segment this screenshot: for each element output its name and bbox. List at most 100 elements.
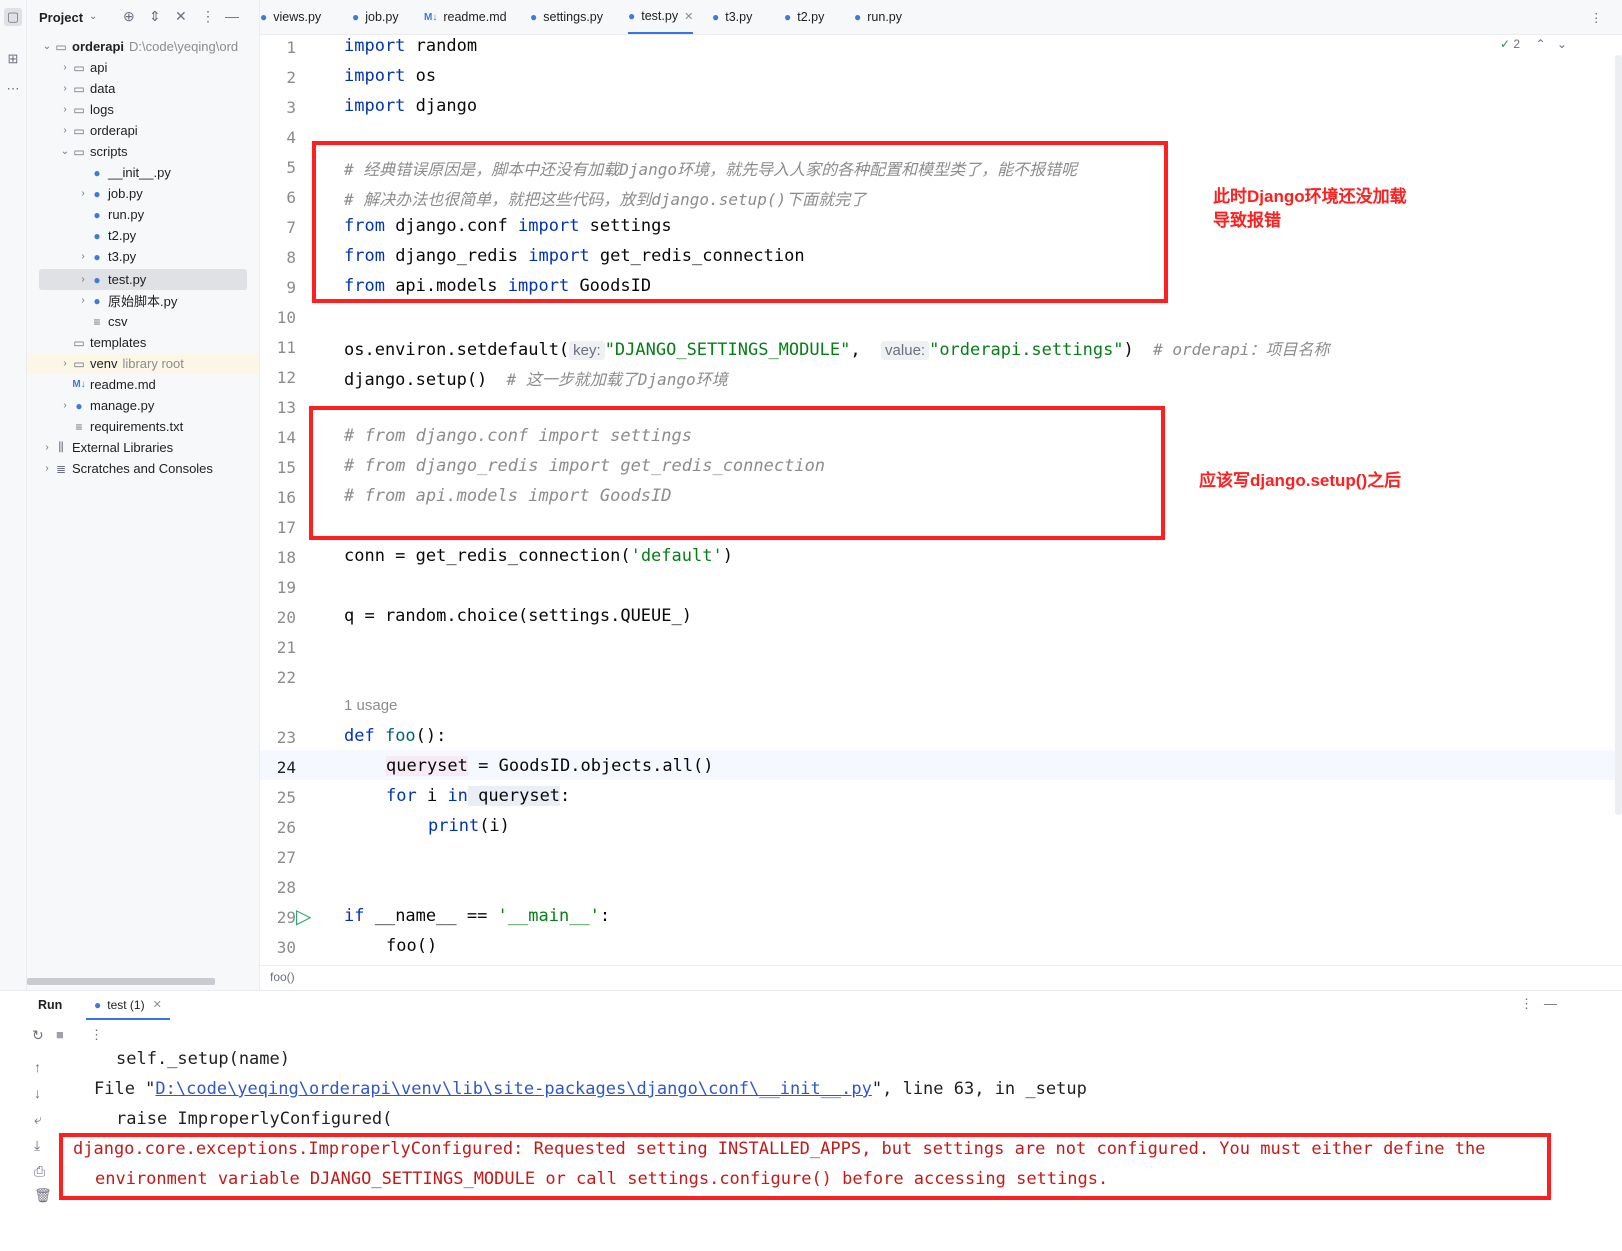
library-icon: ⫼: [58, 440, 64, 454]
code-text: ():: [415, 726, 447, 746]
expand-all-icon[interactable]: ⇕: [149, 8, 161, 25]
tree-item-label: requirements.txt: [90, 419, 184, 434]
python-file-icon: ●: [854, 10, 862, 24]
tree-root-orderapi[interactable]: ⌄ ▭ orderapi D:\code\yeqing\ord: [27, 36, 259, 57]
options-icon[interactable]: ⋮: [1520, 996, 1533, 1012]
locate-icon[interactable]: ⊕: [123, 8, 135, 25]
chevron-down-icon[interactable]: ⌄: [89, 11, 97, 22]
chevron-right-icon: ›: [63, 62, 67, 73]
tree-item-requirements[interactable]: ≡ requirements.txt: [27, 416, 259, 437]
tree-item-original-script[interactable]: › ● 原始脚本.py: [27, 290, 259, 311]
usage-hint[interactable]: 1 usage: [344, 697, 397, 714]
tab-readme-md[interactable]: M↓ readme.md: [424, 0, 507, 34]
code-text: ): [722, 546, 733, 566]
project-title[interactable]: Project: [39, 10, 83, 25]
breadcrumb-item[interactable]: foo(): [270, 970, 295, 984]
tree-item-t3-py[interactable]: › ● t3.py: [27, 246, 259, 267]
project-tool-icon[interactable]: ▢: [4, 8, 22, 26]
code-text: = GoodsID.objects.all(): [467, 756, 714, 776]
vertical-scrollbar[interactable]: [1615, 55, 1622, 815]
line-number: 25: [276, 788, 296, 807]
print-icon[interactable]: ⎙: [34, 1163, 45, 1180]
inspection-widget[interactable]: ✓ 2 ⌃ ⌄: [1500, 37, 1567, 51]
run-tab-test[interactable]: ● test (1) ✕: [86, 991, 170, 1020]
hide-icon[interactable]: —: [225, 8, 239, 24]
text-file-icon: ≡: [75, 419, 83, 434]
trash-icon[interactable]: 🗑: [34, 1187, 52, 1204]
horizontal-scrollbar[interactable]: [27, 978, 215, 985]
line-number: 17: [276, 518, 296, 537]
tree-item-venv[interactable]: › ▭ venv library root: [27, 353, 259, 374]
tree-item-templates[interactable]: ▭ templates: [27, 332, 259, 353]
arrow-down-icon[interactable]: ↓: [34, 1085, 41, 1101]
tab-t3-py[interactable]: ● t3.py: [712, 0, 752, 34]
tree-item-data[interactable]: › ▭ data: [27, 78, 259, 99]
tab-settings-py[interactable]: ● settings.py: [530, 0, 603, 34]
tree-item-orderapi[interactable]: › ▭ orderapi: [27, 120, 259, 141]
tree-item-job-py[interactable]: › ● job.py: [27, 183, 259, 204]
tree-item-csv[interactable]: ≡ csv: [27, 311, 259, 332]
close-tab-icon[interactable]: ✕: [153, 998, 162, 1011]
tab-job-py[interactable]: ● job.py: [352, 0, 399, 34]
chevron-up-icon[interactable]: ⌃: [1535, 37, 1545, 51]
tree-item-scratches[interactable]: › ≣ Scratches and Consoles: [27, 458, 259, 479]
arrow-up-icon[interactable]: ↑: [34, 1059, 41, 1075]
tree-item-label: test.py: [108, 272, 147, 287]
stop-icon[interactable]: ■: [56, 1027, 64, 1042]
line-number: 6: [286, 188, 296, 207]
inspection-count: 2: [1513, 37, 1521, 51]
annotation-text-not-loaded: 此时Django环境还没加载 导致报错: [1213, 187, 1407, 230]
tree-item-manage-py[interactable]: › ● manage.py: [27, 395, 259, 416]
tree-item-readme[interactable]: M↓ readme.md: [27, 374, 259, 395]
tab-views-py[interactable]: ● views.py: [260, 0, 321, 34]
tree-item-test-py[interactable]: › ● test.py: [39, 269, 247, 290]
code-editor[interactable]: ✓ 2 ⌃ ⌄ 1 2 3 4 5 6 7 8 9 10 11 12 13 14…: [260, 35, 1622, 965]
tab-test-py[interactable]: ● test.py ✕: [628, 0, 694, 34]
line-number: 12: [276, 368, 296, 387]
chevron-right-icon: ›: [63, 83, 67, 94]
root-path: D:\code\yeqing\ord: [129, 39, 239, 54]
tab-run-py[interactable]: ● run.py: [854, 0, 902, 34]
scratches-icon: ≣: [55, 461, 67, 476]
more-tools-icon[interactable]: ⋯: [4, 80, 22, 98]
text-file-icon: ≡: [93, 314, 101, 329]
structure-icon[interactable]: ⊞: [4, 50, 22, 68]
output-text: ", line 63, in _setup: [871, 1079, 1087, 1099]
tree-item-logs[interactable]: › ▭ logs: [27, 99, 259, 120]
file-link[interactable]: D:\code\yeqing\orderapi\venv\lib\site-pa…: [155, 1079, 871, 1099]
scroll-to-end-icon[interactable]: ⤓: [34, 1137, 40, 1154]
tree-item-api[interactable]: › ▭ api: [27, 57, 259, 78]
more-icon[interactable]: ⋮: [90, 1027, 103, 1043]
python-file-icon: ●: [260, 10, 268, 24]
code-text: os.environ.setdefault(: [344, 340, 570, 360]
chevron-right-icon: ›: [63, 358, 67, 369]
code-text: ,: [850, 340, 882, 360]
tree-item-label: __init__.py: [108, 165, 171, 180]
code-text: os: [405, 66, 437, 86]
python-file-icon: ●: [75, 398, 83, 413]
collapse-all-icon[interactable]: ✕: [175, 8, 187, 25]
rerun-icon[interactable]: ↻: [32, 1027, 44, 1044]
tab-options-icon[interactable]: ⋮: [1590, 0, 1603, 34]
options-icon[interactable]: ⋮: [201, 8, 215, 25]
tab-t2-py[interactable]: ● t2.py: [784, 0, 824, 34]
tree-item-run-py[interactable]: ● run.py: [27, 204, 259, 225]
tree-item-external-libraries[interactable]: › ⫼ External Libraries: [27, 437, 259, 458]
chevron-down-icon[interactable]: ⌄: [1557, 37, 1567, 51]
keyword: if: [344, 906, 365, 926]
minimize-icon[interactable]: —: [1544, 996, 1557, 1011]
line-number: 19: [276, 578, 296, 597]
line-number: 1: [286, 38, 296, 57]
code-line-30: foo(): [386, 936, 438, 956]
annotation-box-imports: [312, 141, 1168, 303]
tree-item-t2-py[interactable]: ● t2.py: [27, 225, 259, 246]
code-line-1: import random: [344, 36, 477, 56]
tree-item-init-py[interactable]: ● __init__.py: [27, 162, 259, 183]
code-text: :: [599, 906, 611, 926]
close-tab-icon[interactable]: ✕: [684, 10, 693, 23]
soft-wrap-icon[interactable]: ⤶: [34, 1111, 42, 1128]
package-folder-icon: ▭: [73, 144, 85, 159]
tree-item-scripts[interactable]: ⌄ ▭ scripts: [27, 141, 259, 162]
tab-label: settings.py: [543, 10, 604, 24]
run-gutter-icon[interactable]: ▷: [296, 904, 311, 929]
